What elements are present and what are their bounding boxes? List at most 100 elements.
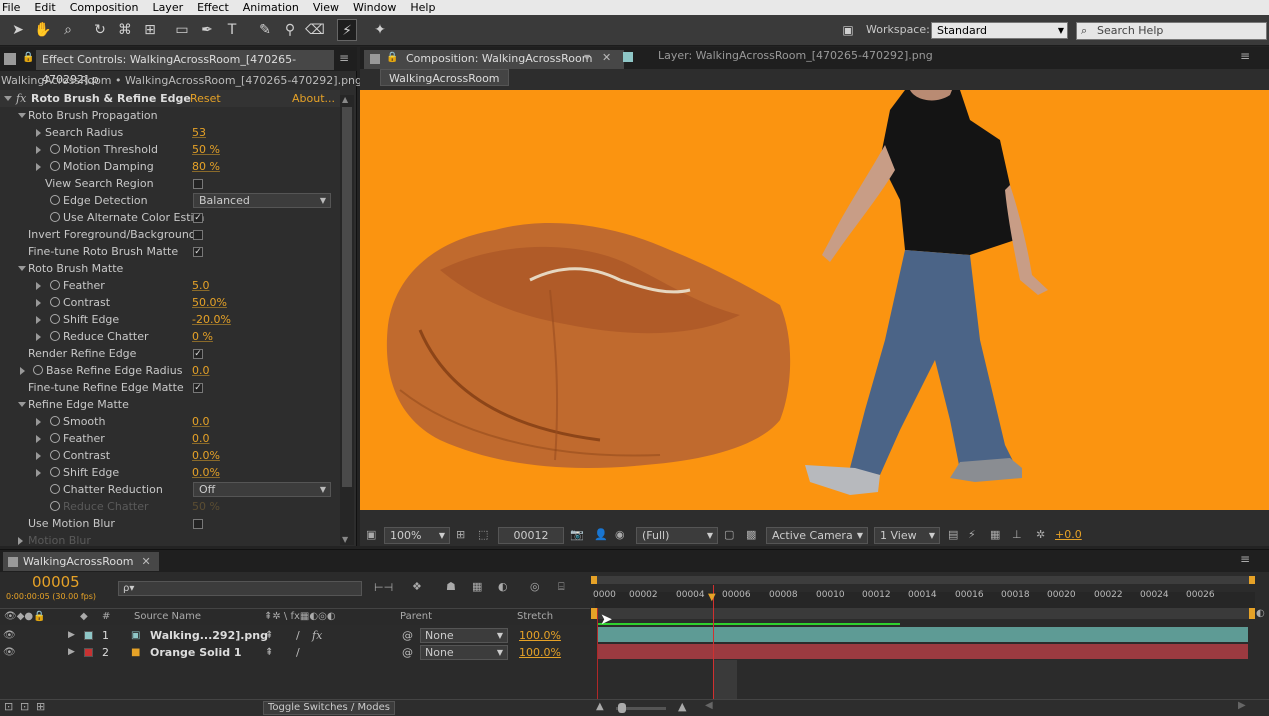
chevron-down-icon[interactable]: ▼	[584, 53, 590, 62]
property-checkbox[interactable]: ✓	[193, 349, 203, 359]
property-value[interactable]: -20.0%	[192, 311, 231, 328]
hand-tool-icon[interactable]: ✋	[33, 19, 53, 41]
current-frame[interactable]: 00005	[32, 573, 80, 591]
channel-icon[interactable]: ◉	[615, 528, 625, 541]
expand-triangle-icon[interactable]	[20, 367, 25, 375]
snapshot-icon[interactable]: 📷	[570, 528, 584, 541]
always-preview-icon[interactable]: ▣	[366, 528, 376, 541]
fx-icon[interactable]: fx	[16, 90, 26, 107]
expand-triangle-icon[interactable]	[36, 299, 41, 307]
about-link[interactable]: About...	[292, 90, 335, 107]
lock-icon[interactable]: 🔒	[386, 52, 398, 63]
layer-name[interactable]: Orange Solid 1	[150, 644, 242, 661]
layer-search-input[interactable]: ρ▾	[118, 581, 362, 596]
stretch-value[interactable]: 100.0%	[519, 644, 561, 661]
mask-visibility-icon[interactable]: ⬚	[478, 528, 488, 541]
stopwatch-icon[interactable]	[50, 144, 60, 154]
property-value[interactable]: 50.0%	[192, 294, 227, 311]
graph-editor-icon[interactable]: ◎	[530, 580, 540, 593]
expand-modes-icon[interactable]: ⊡	[20, 700, 29, 713]
panel-options-icon[interactable]: ≡	[1240, 552, 1250, 566]
quality-switch-icon[interactable]: /	[296, 644, 300, 661]
expand-triangle-icon[interactable]	[36, 163, 41, 171]
show-snapshot-icon[interactable]: 👤	[594, 528, 608, 541]
collapse-triangle-icon[interactable]	[18, 113, 26, 118]
stopwatch-icon[interactable]	[50, 314, 60, 324]
rotation-tool-icon[interactable]: ↻	[90, 19, 110, 41]
property-value[interactable]: 53	[192, 124, 206, 141]
brush-tool-icon[interactable]: ✎	[255, 19, 275, 41]
menu-animation[interactable]: Animation	[236, 0, 306, 15]
quality-switch-icon[interactable]: /	[296, 627, 300, 644]
property-value[interactable]: 0.0%	[192, 464, 220, 481]
tab-layer[interactable]: Layer: WalkingAcrossRoom_[470265-470292]…	[658, 49, 933, 62]
tab-composition[interactable]: 🔒 Composition: WalkingAcrossRoom ▼ ✕	[364, 50, 624, 69]
expand-triangle-icon[interactable]	[36, 282, 41, 290]
stopwatch-icon[interactable]	[50, 212, 60, 222]
collapse-triangle-icon[interactable]	[4, 96, 12, 101]
stopwatch-icon[interactable]	[50, 161, 60, 171]
property-checkbox[interactable]	[193, 230, 203, 240]
time-navigator[interactable]	[591, 576, 1255, 584]
stopwatch-icon[interactable]	[50, 280, 60, 290]
comp-breadcrumb-chip[interactable]: WalkingAcrossRoom	[380, 69, 509, 86]
parent-select[interactable]: None ▼	[420, 645, 508, 660]
property-value[interactable]: 0.0	[192, 430, 210, 447]
panel-menu-icon[interactable]	[4, 53, 16, 65]
live-update-icon[interactable]: ⌸	[558, 580, 565, 594]
camera-tool-icon[interactable]: ⌘	[115, 19, 135, 41]
menu-view[interactable]: View	[306, 0, 346, 15]
zoom-out-icon[interactable]: ▲	[596, 701, 604, 712]
property-value[interactable]: 0 %	[192, 328, 213, 345]
eye-icon[interactable]: 👁	[3, 644, 16, 661]
property-value[interactable]: 50 %	[192, 498, 220, 515]
motion-blur-icon[interactable]: ◐	[498, 580, 508, 593]
panel-menu-icon[interactable]	[370, 54, 380, 64]
comp-button-icon[interactable]: ◐	[1256, 608, 1265, 619]
effect-scrollbar[interactable]: ▲ ▼	[340, 95, 354, 545]
stopwatch-icon[interactable]	[50, 467, 60, 477]
expand-triangle-icon[interactable]	[36, 452, 41, 460]
pan-behind-tool-icon[interactable]: ⊞	[140, 19, 160, 41]
column-source-name[interactable]: Source Name	[134, 611, 201, 622]
pickwhip-icon[interactable]: @	[402, 644, 413, 661]
collapse-triangle-icon[interactable]	[18, 266, 26, 271]
stopwatch-icon[interactable]	[50, 501, 60, 511]
flowchart-icon[interactable]: ⊥	[1012, 528, 1022, 541]
expand-triangle-icon[interactable]	[36, 146, 41, 154]
zoom-tool-icon[interactable]: ⌕	[58, 19, 78, 41]
scroll-right-icon[interactable]: ▶	[1238, 700, 1246, 711]
stopwatch-icon[interactable]	[50, 331, 60, 341]
tab-effect-controls[interactable]: Effect Controls: WalkingAcrossRoom_[4702…	[36, 50, 334, 86]
draft-3d-icon[interactable]: ❖	[412, 580, 422, 593]
layer-name[interactable]: Walking...292].png	[150, 627, 268, 644]
grid-icon[interactable]: ⊞	[456, 528, 465, 541]
workspace-select[interactable]: Standard ▼	[931, 22, 1068, 39]
property-value[interactable]: 0.0%	[192, 447, 220, 464]
label-color-swatch[interactable]	[84, 631, 93, 640]
frame-blending-icon[interactable]: ▦	[472, 580, 482, 593]
expand-in-out-icon[interactable]: ⊞	[36, 700, 45, 713]
eye-icon[interactable]: 👁	[3, 627, 16, 644]
mask-rectangle-tool-icon[interactable]: ▭	[172, 19, 192, 41]
clone-stamp-tool-icon[interactable]: ⚲	[280, 19, 300, 41]
scroll-up-icon[interactable]: ▲	[342, 95, 348, 104]
parent-select[interactable]: None ▼	[420, 628, 508, 643]
camera-select[interactable]: Active Camera ▼	[766, 527, 868, 544]
expand-triangle-icon[interactable]: ▶	[68, 644, 75, 661]
shy-switch-icon[interactable]: ⇞	[265, 644, 273, 661]
expand-triangle-icon[interactable]	[36, 333, 41, 341]
collapse-triangle-icon[interactable]	[18, 402, 26, 407]
view-layout-select[interactable]: 1 View ▼	[874, 527, 940, 544]
scroll-down-icon[interactable]: ▼	[342, 535, 348, 544]
menu-layer[interactable]: Layer	[145, 0, 190, 15]
close-icon[interactable]: ✕	[602, 51, 611, 64]
table-row[interactable]: 👁 ▶ 2 ■ Orange Solid 1 ⇞ / @ None ▼ 100.0%	[0, 644, 590, 661]
menu-window[interactable]: Window	[346, 0, 403, 15]
stopwatch-icon[interactable]	[50, 416, 60, 426]
stopwatch-icon[interactable]	[50, 195, 60, 205]
current-time-indicator[interactable]	[713, 585, 714, 705]
panel-options-icon[interactable]: ≡	[1240, 49, 1250, 63]
panel-options-icon[interactable]: ≡	[339, 51, 349, 65]
property-checkbox[interactable]	[193, 179, 203, 189]
